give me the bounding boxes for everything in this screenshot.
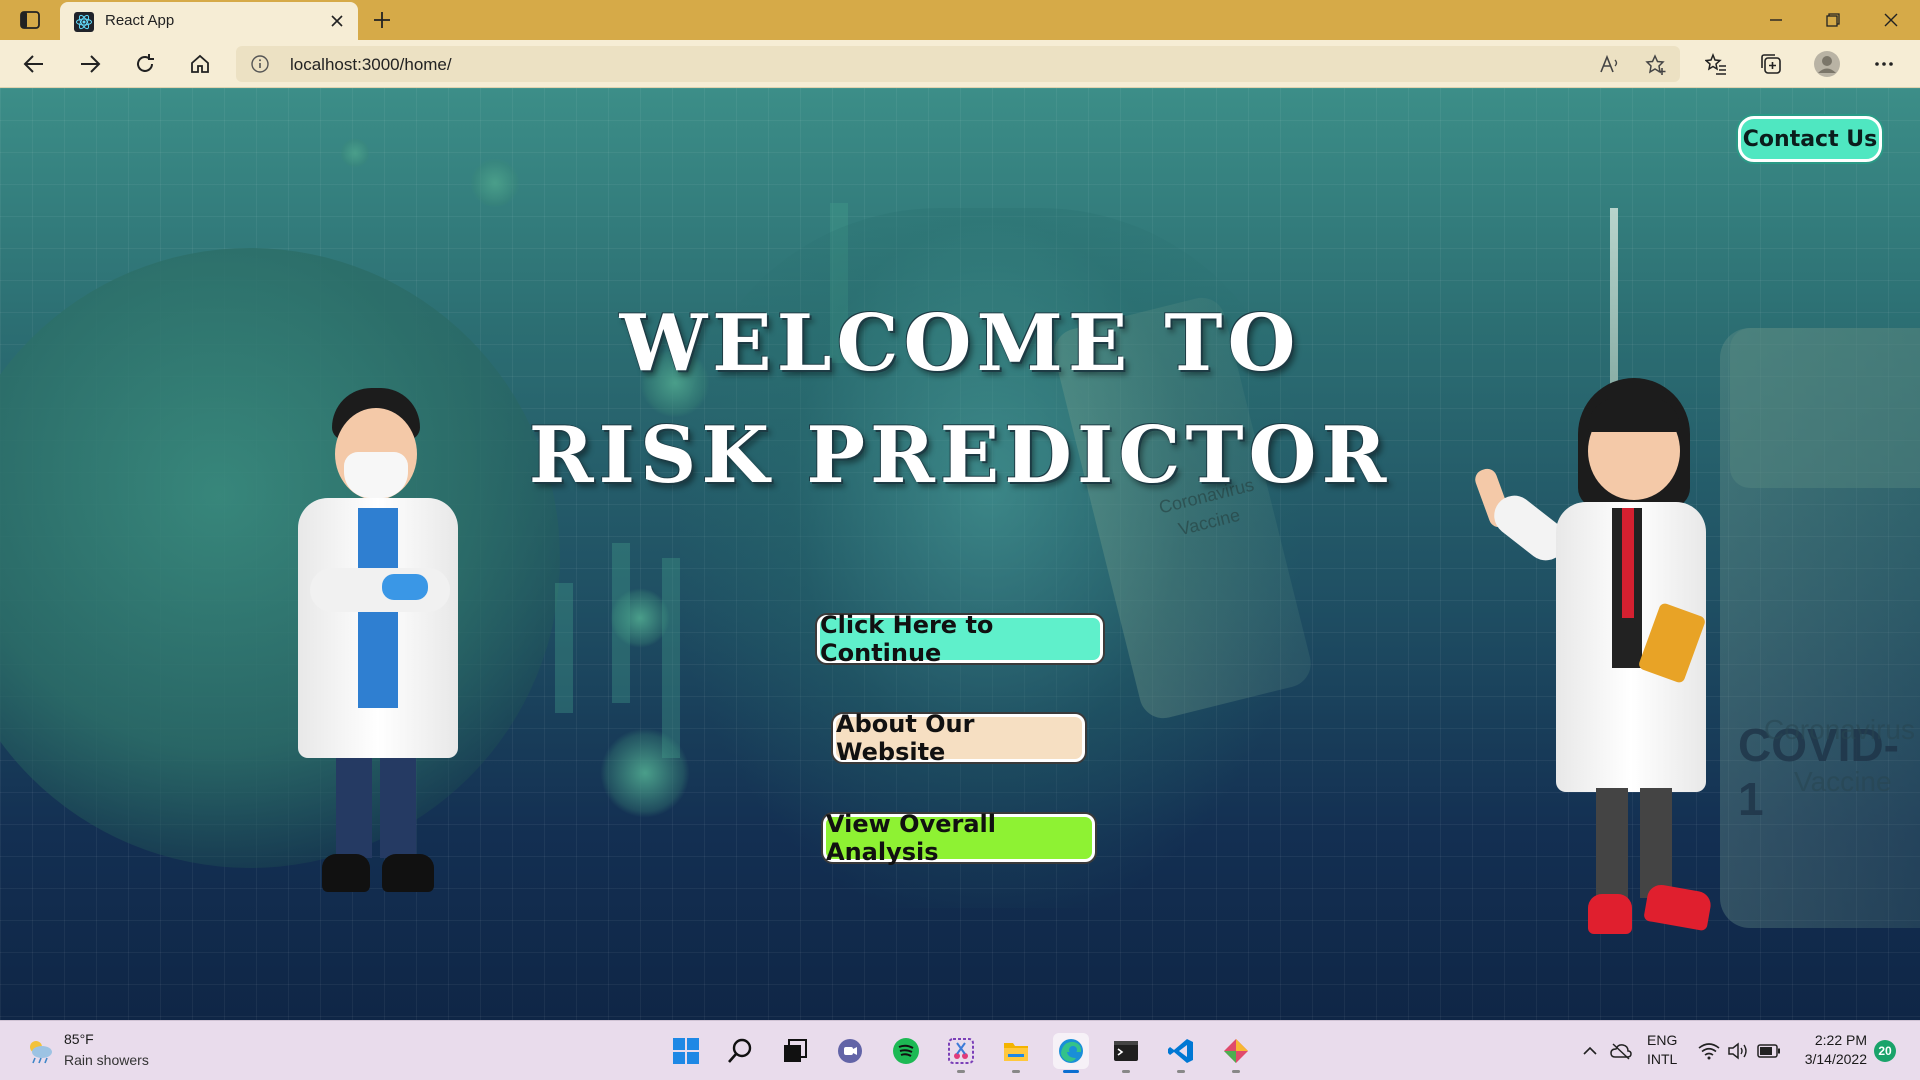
search-icon[interactable] xyxy=(722,1033,758,1069)
read-aloud-icon[interactable] xyxy=(1598,53,1622,77)
system-clock[interactable]: 2:22 PM 3/14/2022 xyxy=(1795,1031,1867,1069)
windows-taskbar: 85°F Rain showers ENG INTL 2:22 PM 3/14/… xyxy=(0,1020,1920,1080)
female-doctor-illustration xyxy=(1470,378,1730,1018)
file-explorer-icon[interactable] xyxy=(998,1033,1034,1073)
contact-us-button[interactable]: Contact Us xyxy=(1738,116,1882,162)
page-title: WELCOME TO RISK PREDICTOR xyxy=(520,288,1400,512)
profile-avatar-icon[interactable] xyxy=(1813,50,1841,78)
url-text[interactable]: localhost:3000/home/ xyxy=(290,55,452,75)
browser-toolbar: localhost:3000/home/ xyxy=(0,40,1920,88)
weather-temperature[interactable]: 85°F xyxy=(64,1031,94,1047)
virus-particle xyxy=(470,158,520,208)
continue-button[interactable]: Click Here to Continue xyxy=(817,611,1103,667)
close-tab-icon[interactable] xyxy=(328,12,346,30)
male-doctor-illustration xyxy=(290,388,470,1020)
volume-icon[interactable] xyxy=(1726,1039,1750,1063)
notification-badge[interactable]: 20 xyxy=(1874,1040,1896,1062)
weather-description[interactable]: Rain showers xyxy=(64,1052,149,1068)
start-icon[interactable] xyxy=(668,1033,704,1069)
vaccine-bottle-cap xyxy=(1730,328,1920,488)
about-website-button[interactable]: About Our Website xyxy=(833,710,1085,766)
teams-chat-icon[interactable] xyxy=(832,1033,868,1069)
forward-icon[interactable] xyxy=(76,50,104,78)
tab-react-app[interactable]: React App xyxy=(60,2,358,40)
site-info-icon[interactable] xyxy=(250,54,270,74)
vscode-icon[interactable] xyxy=(1163,1033,1199,1073)
language-line2: INTL xyxy=(1647,1051,1678,1067)
chart-bar-decoration xyxy=(662,558,680,758)
clock-date: 3/14/2022 xyxy=(1804,1051,1867,1067)
battery-icon[interactable] xyxy=(1757,1039,1781,1063)
language-line1: ENG xyxy=(1647,1032,1678,1048)
back-icon[interactable] xyxy=(20,50,48,78)
chart-bar-decoration xyxy=(555,583,573,713)
browser-titlebar: React App xyxy=(0,0,1920,40)
restore-icon[interactable] xyxy=(1821,8,1845,32)
tab-title: React App xyxy=(105,12,175,29)
rain-cloud-icon[interactable] xyxy=(26,1037,54,1065)
chevron-up-icon[interactable] xyxy=(1578,1039,1602,1063)
favorites-icon[interactable] xyxy=(1702,50,1730,78)
bottle-label-line1: Coronavirus xyxy=(1764,714,1915,745)
refresh-icon[interactable] xyxy=(131,50,159,78)
add-favorite-icon[interactable] xyxy=(1644,53,1668,77)
wifi-icon[interactable] xyxy=(1697,1039,1721,1063)
bottle-label-line2: Vaccine xyxy=(1794,766,1892,797)
edge-browser-icon[interactable] xyxy=(1053,1033,1089,1073)
address-bar[interactable]: localhost:3000/home/ xyxy=(236,46,1680,82)
react-logo-icon xyxy=(74,12,94,32)
new-tab-icon[interactable] xyxy=(370,8,394,32)
welcome-title-line2: RISK PREDICTOR xyxy=(528,410,1392,501)
home-page: Coronavirus Vaccine COVID-1 Coronavirus … xyxy=(0,88,1920,1020)
task-view-icon[interactable] xyxy=(777,1033,813,1069)
snipping-tool-icon[interactable] xyxy=(943,1033,979,1073)
app-icon[interactable] xyxy=(1218,1033,1254,1073)
tab-actions-icon[interactable] xyxy=(18,9,42,31)
home-icon[interactable] xyxy=(186,50,214,78)
chart-bar-decoration xyxy=(612,543,630,703)
close-window-icon[interactable] xyxy=(1879,8,1903,32)
collections-icon[interactable] xyxy=(1757,50,1785,78)
minimize-icon[interactable] xyxy=(1764,8,1788,32)
virus-particle xyxy=(340,138,370,168)
language-indicator[interactable]: ENG INTL xyxy=(1647,1031,1677,1069)
clock-time: 2:22 PM xyxy=(1814,1032,1867,1048)
spotify-icon[interactable] xyxy=(888,1033,924,1069)
more-options-icon[interactable] xyxy=(1870,50,1898,78)
view-analysis-button[interactable]: View Overall Analysis xyxy=(823,810,1095,866)
onedrive-offline-icon[interactable] xyxy=(1609,1039,1633,1063)
welcome-title-line1: WELCOME TO xyxy=(619,298,1301,389)
terminal-icon[interactable] xyxy=(1108,1033,1144,1073)
